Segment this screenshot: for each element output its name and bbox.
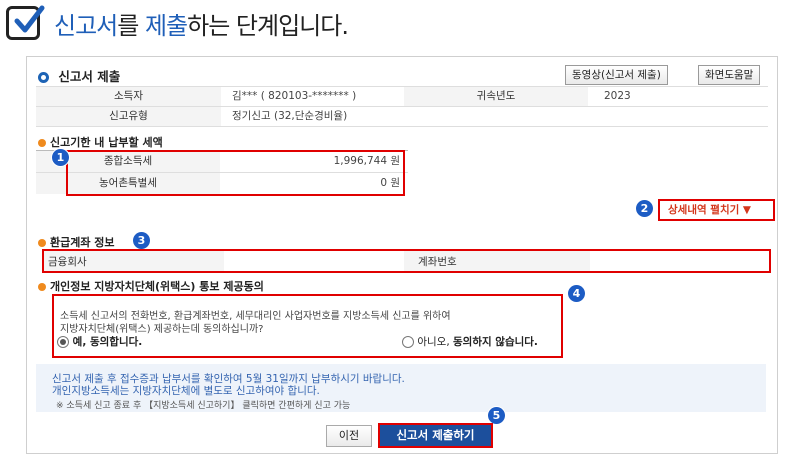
- consent-text-line2: 지방자치단체(위택스) 제공하는데 동의하십니까?: [60, 324, 264, 335]
- page-heading: 신고서를 제출하는 단계입니다.: [54, 12, 349, 40]
- consent-yes-option[interactable]: 예, 동의합니다.: [57, 334, 142, 350]
- section-refund-title: 환급계좌 정보: [38, 234, 115, 250]
- prev-button[interactable]: 이전: [326, 425, 372, 447]
- notice-line3: ※ 소득세 신고 종료 후 【지방소득세 신고하기】 클릭하면 간편하게 신고 …: [56, 401, 351, 411]
- radio-unselected-icon[interactable]: [402, 336, 414, 348]
- expand-detail-button[interactable]: 상세내역 펼치기 ▼: [668, 202, 751, 217]
- section-tax-title: 신고기한 내 납부할 세액: [38, 134, 163, 150]
- step-badge: 1: [52, 149, 69, 166]
- bullet-icon: [38, 72, 49, 83]
- step-badge: 3: [133, 232, 150, 249]
- orange-dot-icon: [38, 283, 46, 291]
- taxpayer-label: 소득자: [36, 87, 221, 106]
- checkbox-icon: [6, 5, 45, 40]
- section-submit-title: 신고서 제출: [38, 66, 120, 85]
- step-badge: 4: [568, 285, 585, 302]
- consent-no-option[interactable]: 아니오, 동의하지 않습니다.: [402, 334, 538, 350]
- orange-dot-icon: [38, 239, 46, 247]
- section-consent-title: 개인정보 지방자치단체(위택스) 통보 제공동의: [38, 278, 264, 294]
- tax-highlight-box: [66, 150, 405, 196]
- step-badge: 2: [636, 200, 653, 217]
- submit-button[interactable]: 신고서 제출하기: [378, 423, 493, 448]
- help-button[interactable]: 화면도움말: [698, 65, 761, 85]
- orange-dot-icon: [38, 139, 46, 147]
- bank-header: 금융회사: [48, 256, 87, 268]
- video-button[interactable]: 동영상(신고서 제출): [565, 65, 668, 85]
- type-value: 정기신고 (32,단순경비율): [232, 110, 348, 122]
- account-header: 계좌번호: [418, 256, 457, 268]
- taxpayer-value: 김*** ( 820103-******* ): [232, 90, 357, 102]
- radio-selected-icon[interactable]: [57, 336, 69, 348]
- step-badge: 5: [488, 407, 505, 424]
- notice-line2: 개인지방소득세는 지방자치단체에 별도로 신고하여야 합니다.: [52, 385, 320, 397]
- year-value: 2023: [604, 90, 631, 102]
- type-label: 신고유형: [36, 107, 221, 126]
- divider: [36, 126, 768, 127]
- year-label: 귀속년도: [404, 87, 588, 106]
